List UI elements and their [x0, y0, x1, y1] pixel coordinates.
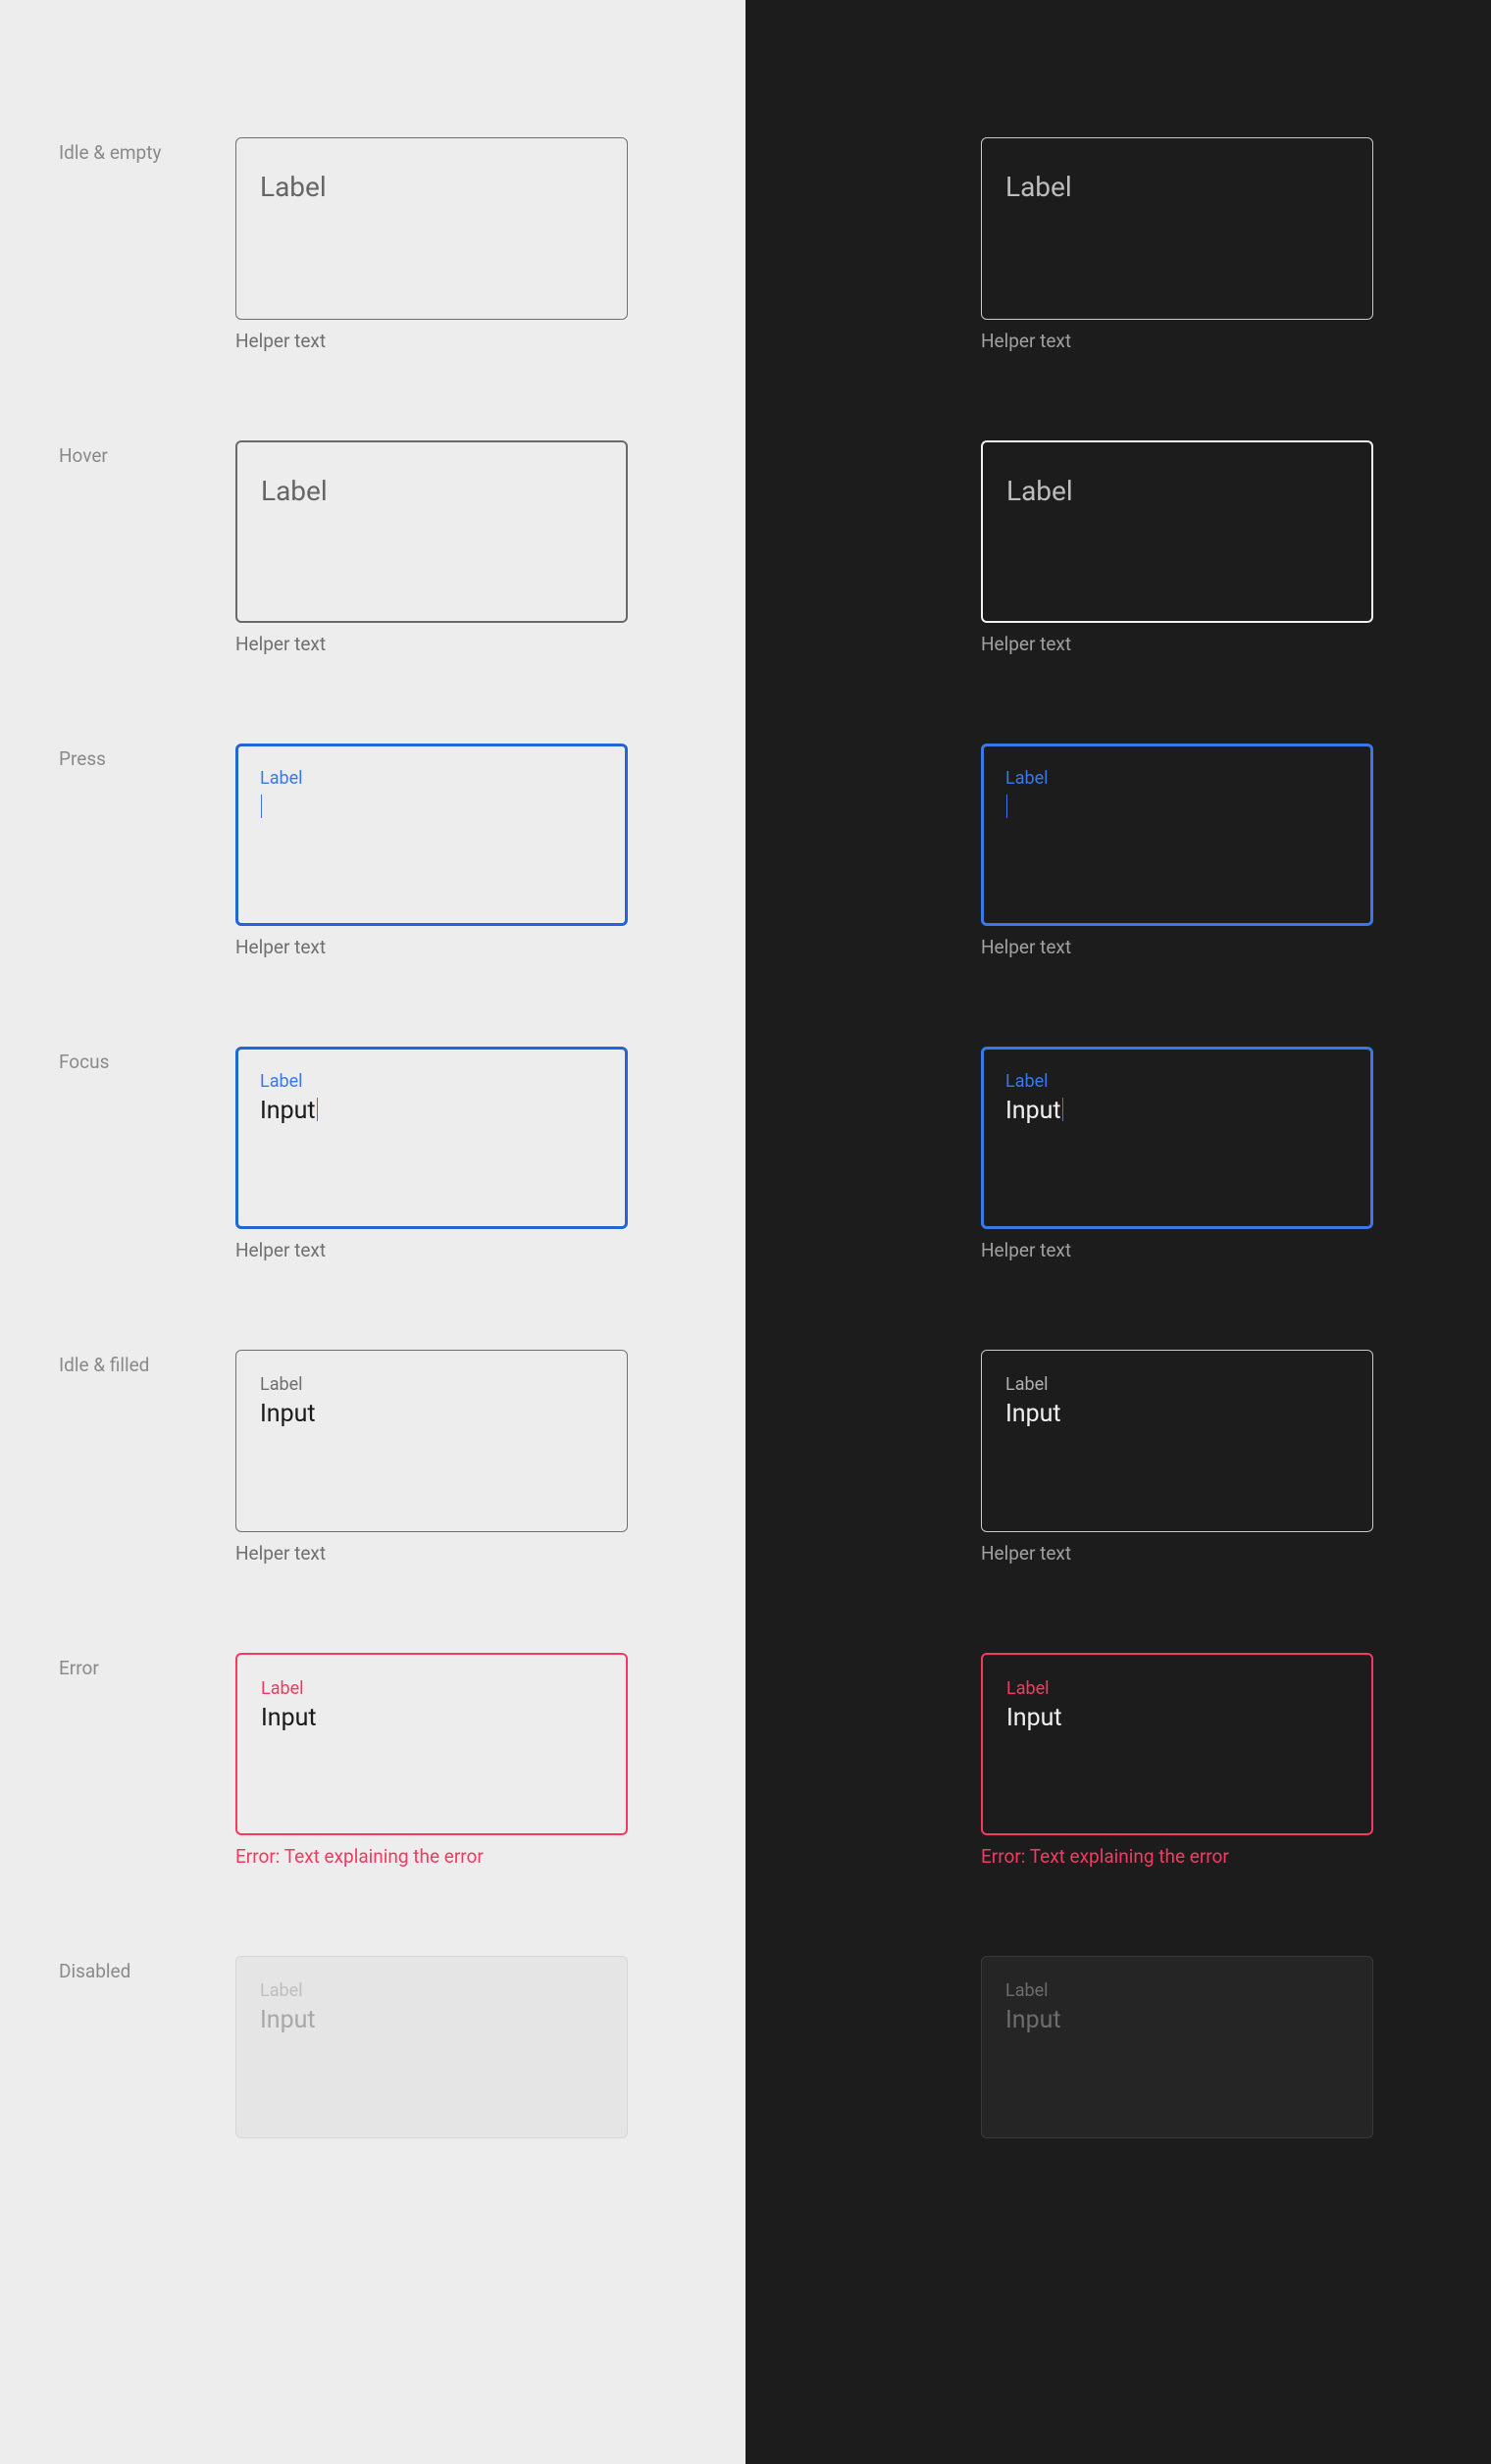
field-input[interactable]: Input	[260, 1097, 603, 1126]
textarea-disabled: Label Input	[981, 1956, 1373, 2138]
field-label: Label	[1005, 174, 1349, 201]
state-row-disabled: Label Input	[804, 1956, 1432, 2138]
field-label: Label	[1005, 1376, 1349, 1394]
field-input: Input	[1005, 2006, 1349, 2035]
caret-icon	[1006, 795, 1007, 818]
state-label	[804, 744, 981, 958]
field-wrapper: Label Helper text	[235, 137, 687, 352]
field-label: Label	[1005, 770, 1349, 788]
field-label: Label	[1006, 1680, 1348, 1698]
helper-text: Helper text	[981, 936, 1432, 958]
field-wrapper: Label Input Helper text	[235, 1350, 687, 1565]
state-row-focus: Label Input Helper text	[804, 1047, 1432, 1261]
state-row-error: Error Label Input Error: Text explaining…	[59, 1653, 687, 1868]
textarea-disabled: Label Input	[235, 1956, 628, 2138]
state-row-idle-empty: Idle & empty Label Helper text	[59, 137, 687, 352]
field-label: Label	[260, 1982, 603, 2000]
field-input[interactable]: Input	[261, 1704, 602, 1733]
field-wrapper: Label Helper text	[981, 137, 1432, 352]
field-wrapper: Label Helper text	[981, 744, 1432, 958]
helper-text: Helper text	[235, 1239, 687, 1261]
textarea-idle-empty[interactable]: Label	[235, 137, 628, 320]
field-wrapper: Label Input Helper text	[235, 1047, 687, 1261]
helper-text: Helper text	[981, 1542, 1432, 1565]
textarea-idle-filled[interactable]: Label Input	[235, 1350, 628, 1532]
light-theme-column: Idle & empty Label Helper text Hover Lab…	[0, 0, 746, 2464]
field-wrapper: Label Helper text	[235, 744, 687, 958]
field-label: Label	[260, 1376, 603, 1394]
error-text: Error: Text explaining the error	[981, 1845, 1432, 1868]
state-label: Idle & empty	[59, 137, 235, 352]
textarea-focus[interactable]: Label Input	[981, 1047, 1373, 1229]
error-text: Error: Text explaining the error	[235, 1845, 687, 1868]
field-wrapper: Label Input	[981, 1956, 1432, 2138]
field-wrapper: Label Input	[235, 1956, 687, 2138]
state-row-idle-filled: Idle & filled Label Input Helper text	[59, 1350, 687, 1565]
field-input[interactable]: Input	[1005, 1400, 1349, 1429]
state-row-idle-empty: Label Helper text	[804, 137, 1432, 352]
field-input[interactable]: Input	[1005, 1097, 1349, 1126]
textarea-focus[interactable]: Label Input	[235, 1047, 628, 1229]
field-input[interactable]	[260, 794, 603, 823]
field-input[interactable]: Input	[1006, 1704, 1348, 1733]
state-label: Press	[59, 744, 235, 958]
state-label: Error	[59, 1653, 235, 1868]
field-wrapper: Label Input Error: Text explaining the e…	[981, 1653, 1432, 1868]
textarea-press[interactable]: Label	[235, 744, 628, 926]
field-input: Input	[260, 2006, 603, 2035]
helper-text: Helper text	[235, 1542, 687, 1565]
state-row-error: Label Input Error: Text explaining the e…	[804, 1653, 1432, 1868]
field-label: Label	[260, 174, 603, 201]
helper-text: Helper text	[981, 633, 1432, 655]
dark-theme-column: Label Helper text Label Helper text Labe…	[746, 0, 1491, 2464]
helper-text: Helper text	[235, 633, 687, 655]
textarea-hover[interactable]: Label	[981, 440, 1373, 623]
state-row-press: Press Label Helper text	[59, 744, 687, 958]
helper-text: Helper text	[235, 330, 687, 352]
state-row-hover: Hover Label Helper text	[59, 440, 687, 655]
caret-icon	[317, 1098, 318, 1121]
textarea-idle-empty[interactable]: Label	[981, 137, 1373, 320]
state-label	[804, 1653, 981, 1868]
field-wrapper: Label Input Helper text	[981, 1047, 1432, 1261]
field-label: Label	[1005, 1073, 1349, 1091]
textarea-error[interactable]: Label Input	[981, 1653, 1373, 1835]
field-label: Label	[1005, 1982, 1349, 2000]
field-wrapper: Label Input Error: Text explaining the e…	[235, 1653, 687, 1868]
field-input[interactable]: Input	[260, 1400, 603, 1429]
field-label: Label	[261, 1680, 602, 1698]
field-label: Label	[260, 1073, 603, 1091]
state-row-idle-filled: Label Input Helper text	[804, 1350, 1432, 1565]
textarea-error[interactable]: Label Input	[235, 1653, 628, 1835]
field-label: Label	[1006, 478, 1348, 505]
state-label	[804, 137, 981, 352]
field-label: Label	[261, 478, 602, 505]
state-label	[804, 1350, 981, 1565]
state-label	[804, 440, 981, 655]
field-wrapper: Label Input Helper text	[981, 1350, 1432, 1565]
field-wrapper: Label Helper text	[981, 440, 1432, 655]
field-wrapper: Label Helper text	[235, 440, 687, 655]
textarea-press[interactable]: Label	[981, 744, 1373, 926]
state-label	[804, 1956, 981, 2138]
helper-text: Helper text	[235, 936, 687, 958]
state-label: Disabled	[59, 1956, 235, 2138]
state-label	[804, 1047, 981, 1261]
helper-text: Helper text	[981, 1239, 1432, 1261]
state-label: Hover	[59, 440, 235, 655]
helper-text: Helper text	[981, 330, 1432, 352]
state-row-press: Label Helper text	[804, 744, 1432, 958]
state-row-focus: Focus Label Input Helper text	[59, 1047, 687, 1261]
caret-icon	[261, 795, 262, 818]
state-label: Idle & filled	[59, 1350, 235, 1565]
state-label: Focus	[59, 1047, 235, 1261]
textarea-idle-filled[interactable]: Label Input	[981, 1350, 1373, 1532]
field-label: Label	[260, 770, 603, 788]
field-input[interactable]	[1005, 794, 1349, 823]
state-row-disabled: Disabled Label Input	[59, 1956, 687, 2138]
caret-icon	[1062, 1098, 1063, 1121]
state-row-hover: Label Helper text	[804, 440, 1432, 655]
textarea-hover[interactable]: Label	[235, 440, 628, 623]
